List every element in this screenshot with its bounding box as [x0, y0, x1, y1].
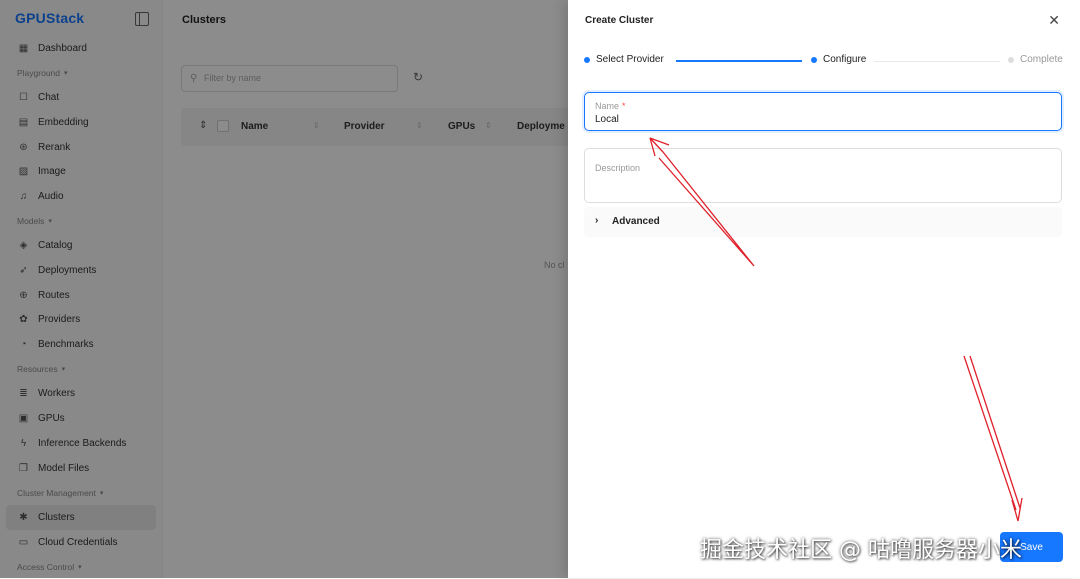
close-icon[interactable]: ✕ [1048, 12, 1060, 29]
drawer-title: Create Cluster [585, 15, 654, 26]
step-select-provider: Select Provider [584, 54, 664, 65]
name-label: Name * [595, 101, 626, 111]
watermark-text: 掘金技术社区 @ 咕噜服务器小米 [700, 538, 1022, 563]
description-placeholder: Description [595, 163, 641, 173]
create-cluster-drawer: Create Cluster ✕ Select Provider Configu… [568, 0, 1080, 578]
chevron-right-icon: › [595, 215, 599, 226]
name-value: Local [595, 114, 619, 125]
step-dot-icon [584, 56, 590, 63]
description-field[interactable]: Description [584, 148, 1062, 203]
stepper: Select Provider Configure Complete [584, 54, 1064, 70]
advanced-section-toggle[interactable]: › Advanced [584, 207, 1062, 237]
advanced-label: Advanced [612, 216, 660, 227]
step-connector [676, 60, 802, 62]
modal-overlay[interactable] [0, 0, 568, 578]
step-label: Select Provider [596, 54, 664, 65]
step-label: Complete [1020, 54, 1063, 65]
step-label: Configure [823, 54, 867, 65]
step-configure: Configure [811, 54, 866, 65]
step-complete: Complete [1008, 54, 1063, 65]
name-field[interactable]: Name * Local [584, 92, 1062, 131]
step-dot-icon [1008, 56, 1014, 63]
required-mark: * [622, 101, 626, 111]
step-connector [874, 61, 1000, 62]
step-dot-icon [811, 56, 817, 63]
